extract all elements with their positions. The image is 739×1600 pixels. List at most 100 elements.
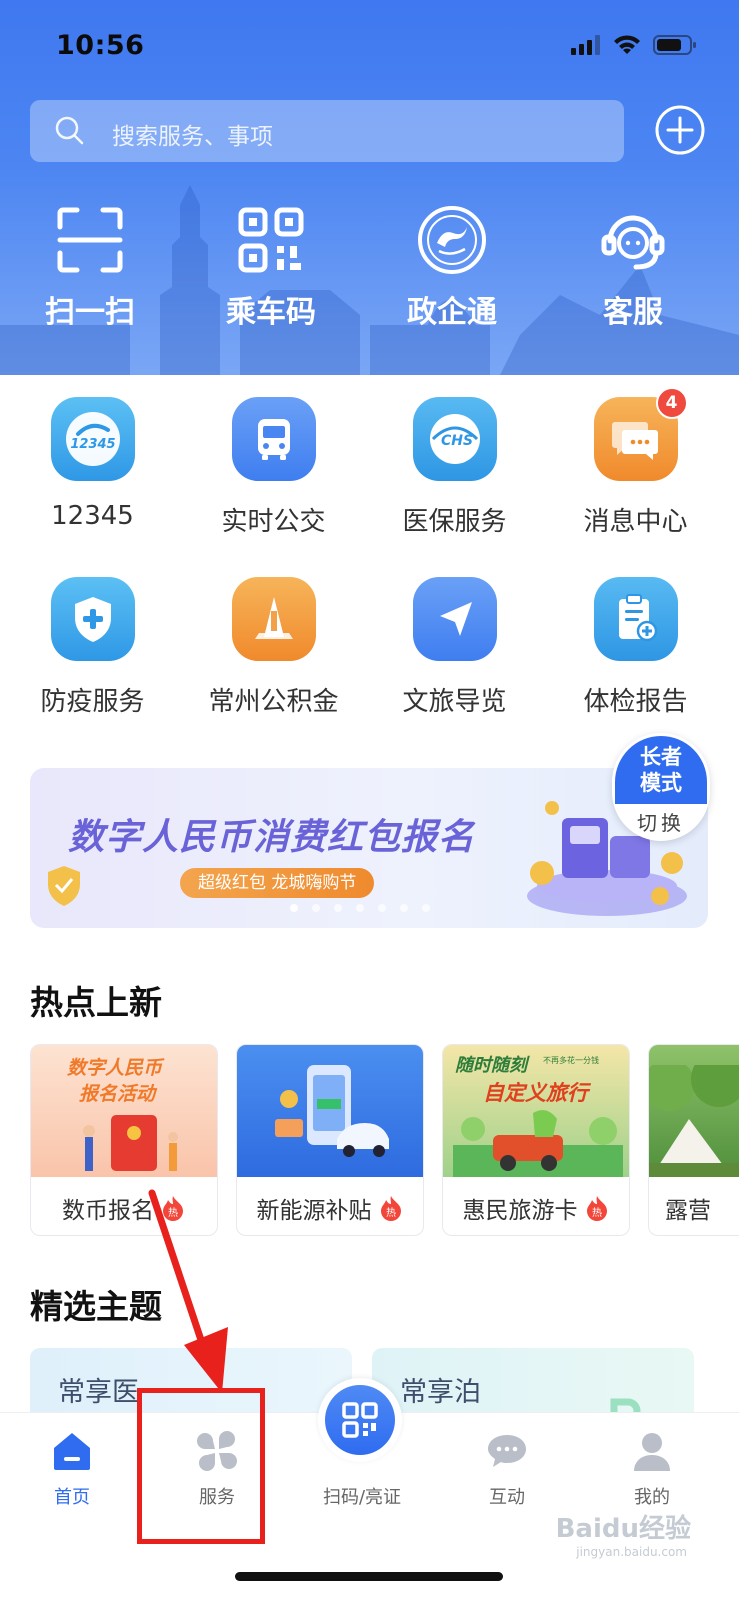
elder-mode-line2: 模式 [640,771,682,795]
card-label: 露营 [665,1198,711,1224]
customer-service-label: 客服 [603,295,663,330]
watermark-subtext: jingyan.baidu.com [576,1545,687,1559]
hot-mark: 热 [386,1206,396,1219]
ride-code-label: 乘车码 [226,295,316,330]
status-bar: 10:56 [0,0,739,95]
hot-card-camping[interactable]: 露营 [648,1044,739,1236]
app-realtime-bus[interactable]: 实时公交 [181,397,366,538]
red-highlight-box [137,1388,265,1544]
add-plus-button[interactable] [654,104,706,156]
shield-plus-icon [50,577,135,661]
hot-card-tourism-card[interactable]: 随时随刻 不再多花一分钱 自定义旅行 惠民旅游卡 热 [442,1044,630,1236]
card-label: 惠民旅游卡 [462,1198,578,1224]
search-placeholder: 搜索服务、事项 [112,124,273,150]
user-icon [634,1433,670,1471]
dragon-emblem-icon [418,206,486,274]
scan-button[interactable]: 扫一扫 [15,205,165,331]
customer-service-button[interactable]: 客服 [558,205,708,331]
thumb-text: 数字人民币 [67,1057,163,1079]
carousel-dot [422,904,430,912]
hot-section-title: 热点上新 [30,983,162,1022]
card-label: 新能源补贴 [256,1198,372,1224]
elder-mode-switch-label: 切换 [637,811,685,835]
search-input[interactable]: 搜索服务、事项 [30,100,624,162]
carousel-dots [290,904,430,912]
card-label-row: 惠民旅游卡 热 [443,1191,629,1225]
app-label: 防疫服务 [40,687,145,717]
camping-thumbnail [649,1045,739,1177]
carousel-dot [400,904,408,912]
tab-label: 互动 [489,1487,525,1508]
carousel-dot [312,904,320,912]
scan-icon [57,207,123,273]
hot-mark: 热 [592,1206,602,1219]
tab-label: 扫码/亮证 [322,1487,402,1508]
scan-fab-button[interactable] [318,1378,402,1462]
scan-label: 扫一扫 [45,295,135,330]
chs-medical-insurance-icon: CHS [412,397,497,481]
banner-title: 数字人民币消费红包报名 [68,817,476,858]
svg-text:12345: 12345 [70,437,115,452]
tab-label: 首页 [54,1487,90,1508]
banner-subtitle: 超级红包 龙城嗨购节 [180,868,375,898]
customer-service-icon [601,215,665,270]
app-label: 体检报告 [583,687,688,717]
new-energy-thumbnail [237,1045,423,1177]
tab-profile[interactable]: 我的 [587,1429,717,1509]
app-label: 医保服务 [402,507,507,537]
theme-card-label: 常享泊 [400,1377,481,1408]
gov-enterprise-label: 政企通 [407,295,497,330]
app-medical-insurance[interactable]: CHS 医保服务 [362,397,547,538]
carousel-dot [334,904,342,912]
home-indicator [235,1572,503,1581]
app-12345[interactable]: 12345 12345 [0,397,185,531]
app-provident-fund[interactable]: 常州公积金 [181,577,366,718]
svg-text:CHS: CHS [440,433,472,449]
home-icon [54,1433,90,1470]
elder-mode-toggle[interactable]: 长者 模式 切换 [612,733,710,841]
tab-interaction[interactable]: 互动 [442,1429,572,1509]
card-label-row: 露营 [649,1191,739,1225]
promo-banner[interactable]: 数字人民币消费红包报名 超级红包 龙城嗨购节 [30,768,708,928]
gov-enterprise-button[interactable]: 政企通 [377,205,527,331]
thumb-text: 不再多花一分钱 [543,1056,599,1065]
tourism-card-thumbnail: 随时随刻 不再多花一分钱 自定义旅行 [443,1045,629,1177]
battery-icon [653,35,696,55]
chat-bubble-icon [488,1435,526,1467]
carousel-dot [378,904,386,912]
app-label: 文旅导览 [402,687,507,717]
app-label: 实时公交 [221,507,326,537]
cellular-signal-icon [571,35,600,55]
bus-icon [231,397,316,481]
navigation-arrow-icon [412,577,497,661]
medical-report-icon [593,577,678,661]
header-banner: 10:56 搜索服务、事项 扫一扫 乘车码 政企通 客服 [0,0,739,375]
app-epidemic-prevention[interactable]: 防疫服务 [0,577,185,718]
theme-card-label: 常享医 [58,1377,139,1408]
unread-badge: 4 [655,387,688,419]
hot-card-new-energy[interactable]: 新能源补贴 热 [236,1044,424,1236]
app-label: 常州公积金 [208,687,339,717]
app-message-center[interactable]: 4 消息中心 [543,387,728,538]
thumb-text: 随时随刻 [455,1055,527,1076]
tab-label: 我的 [634,1487,670,1508]
app-label: 12345 [51,501,134,531]
hot-flame-icon: 热 [586,1196,607,1221]
provident-fund-icon [231,577,316,661]
app-tourism-guide[interactable]: 文旅导览 [362,577,547,718]
watermark-text: Baidu经验 [555,1514,691,1544]
tab-home[interactable]: 首页 [7,1429,137,1509]
app-medical-report[interactable]: 体检报告 [543,577,728,718]
shield-decoration-icon [48,866,80,906]
qr-code-icon [342,1402,378,1438]
hotline-12345-icon: 12345 [50,397,135,481]
red-annotation-arrow [148,1189,228,1393]
message-icon: 4 [593,387,688,481]
status-time: 10:56 [56,30,145,61]
thumb-text: 报名活动 [79,1083,156,1105]
thumb-text: 自定义旅行 [483,1081,588,1105]
card-label-row: 新能源补贴 热 [237,1191,423,1225]
search-icon [55,116,84,145]
ride-code-button[interactable]: 乘车码 [196,205,346,331]
elder-mode-label: 长者 模式 [615,736,707,804]
